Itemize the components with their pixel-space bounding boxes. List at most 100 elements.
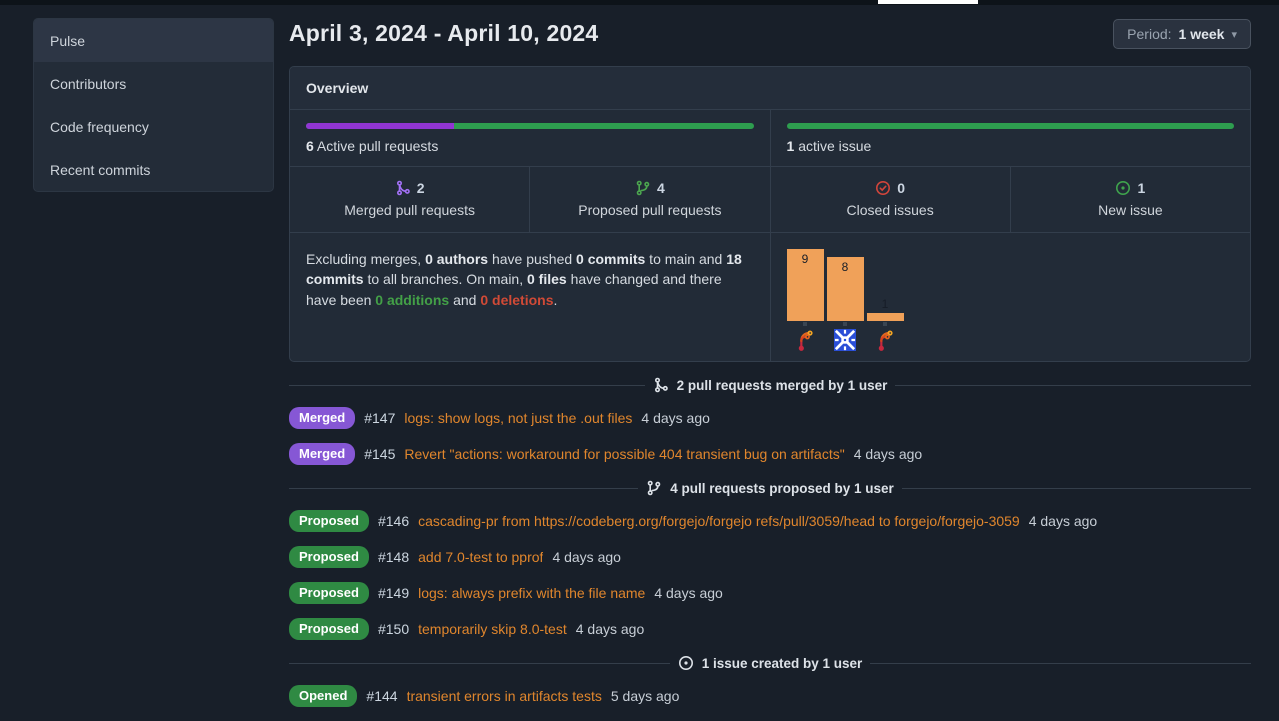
top-strip (0, 0, 1279, 5)
chart-column: 1 (867, 247, 904, 351)
stat-count: 4 (657, 180, 665, 196)
timestamp: 4 days ago (854, 446, 923, 462)
issue-title-link[interactable]: transient errors in artifacts tests (407, 688, 602, 704)
git-merge-icon (395, 180, 411, 196)
issue-number: #150 (378, 621, 409, 637)
git-merge-icon (653, 377, 669, 393)
issue-row-147: Merged #147 logs: show logs, not just the … (289, 407, 1251, 429)
chart-column: 9 (787, 247, 824, 351)
section-header: 4 pull requests proposed by 1 user (289, 480, 1251, 496)
stat-count: 2 (417, 180, 425, 196)
sidebar-item-recent-commits[interactable]: Recent commits (34, 148, 273, 191)
divider (902, 488, 1251, 489)
issue-opened-icon (678, 655, 694, 671)
status-badge: Proposed (289, 510, 369, 532)
commits-per-user-chart: 98 1 (787, 247, 1235, 351)
issues-bar-cell: 1 active issue (770, 110, 1251, 166)
bar-avatar-connector (843, 322, 847, 326)
chevron-down-icon: ▾ (1231, 28, 1237, 41)
issue-title-link[interactable]: Revert "actions: workaround for possible… (404, 446, 844, 462)
stats-row: 2 Merged pull requests 4 Proposed pull requ… (290, 166, 1250, 233)
summary-segment: 0 authors (425, 251, 488, 267)
stat-new-issue: 1 New issue (1010, 167, 1250, 232)
issue-row-149: Proposed#149logs: always prefix with the… (289, 582, 1251, 604)
overview-card-title: Overview (290, 67, 1250, 110)
stat-label: Proposed pull requests (538, 202, 761, 218)
active-pr-text: Active pull requests (317, 138, 438, 154)
issue-title-link[interactable]: logs: always prefix with the file name (418, 585, 645, 601)
timestamp: 5 days ago (611, 688, 680, 704)
bar-avatar-connector (803, 322, 807, 326)
sidebar-item-pulse[interactable]: Pulse (34, 19, 273, 62)
timestamp: 4 days ago (576, 621, 645, 637)
period-dropdown[interactable]: Period: 1 week ▾ (1113, 19, 1251, 49)
commit-count-bar (867, 313, 904, 321)
sidebar-item-code-frequency[interactable]: Code frequency (34, 105, 273, 148)
issue-title-link[interactable]: logs: show logs, not just the .out files (404, 410, 632, 426)
summary-segment: 0 deletions (480, 292, 553, 308)
pulse-page: PulseContributorsCode frequencyRecent co… (0, 0, 1279, 721)
bar-value-label: 8 (827, 260, 864, 274)
summary-segment: Excluding merges, (306, 251, 425, 267)
stat-merged-pull-requests: 2 Merged pull requests (290, 167, 529, 232)
bar-value-label: 9 (787, 252, 824, 266)
divider (289, 488, 638, 489)
summary-segment: to main and (645, 251, 726, 267)
divider (289, 385, 645, 386)
timestamp: 4 days ago (1029, 513, 1098, 529)
issue-row-148: Proposed#148add 7.0-test to pprof4 days … (289, 546, 1251, 568)
issue-number: #148 (378, 549, 409, 565)
stat-count: 1 (1137, 180, 1145, 196)
section-title: 2 pull requests merged by 1 user (677, 378, 888, 393)
status-badge: Merged (289, 443, 355, 465)
summary-segment: . (553, 292, 557, 308)
blue-identicon-avatar[interactable] (834, 329, 856, 351)
timestamp: 4 days ago (654, 585, 723, 601)
page-title: April 3, 2024 - April 10, 2024 (289, 20, 598, 47)
bar-avatar-connector (883, 322, 887, 326)
summary-segment: 0 files (527, 271, 567, 287)
sidebar-item-contributors[interactable]: Contributors (34, 62, 273, 105)
status-badge: Proposed (289, 546, 369, 568)
status-badge: Merged (289, 407, 355, 429)
status-badge: Opened (289, 685, 357, 707)
merged-segment (306, 123, 454, 129)
commits-per-user-chart-cell: 98 1 (770, 233, 1251, 361)
active-issue-text: active issue (798, 138, 871, 154)
section-title: 1 issue created by 1 user (702, 656, 863, 671)
issue-row-145: Merged#145Revert "actions: workaround fo… (289, 443, 1251, 465)
issue-title-link[interactable]: add 7.0-test to pprof (418, 549, 543, 565)
forgejo-logo-avatar[interactable] (874, 329, 896, 351)
issue-title-link[interactable]: temporarily skip 8.0-test (418, 621, 567, 637)
stat-label: Closed issues (779, 202, 1002, 218)
active-pr-count: 6 (306, 138, 314, 154)
bar-value-label: 1 (867, 297, 904, 311)
issue-row-144: Opened #144 transient errors in artifacts … (289, 685, 1251, 707)
divider (895, 385, 1251, 386)
issue-row-146: Proposed#146cascading-pr from https://co… (289, 510, 1251, 532)
summary-segment: 0 commits (576, 251, 645, 267)
chart-column: 8 (827, 247, 864, 351)
section-title: 4 pull requests proposed by 1 user (670, 481, 894, 496)
divider (289, 663, 670, 664)
overview-card: Overview 6 Active pull requests (289, 66, 1251, 362)
git-branch-icon (635, 180, 651, 196)
stat-label: New issue (1019, 202, 1242, 218)
pull-requests-bar-label: 6 Active pull requests (306, 138, 754, 154)
forgejo-logo-avatar[interactable] (794, 329, 816, 351)
stat-label: Merged pull requests (298, 202, 521, 218)
issue-number: #144 (366, 688, 397, 704)
main-content: April 3, 2024 - April 10, 2024 Period: 1… (289, 18, 1251, 721)
summary-segment: to all branches. On main, (364, 271, 527, 287)
pull-requests-bar-cell: 6 Active pull requests (290, 110, 770, 166)
status-badge: Proposed (289, 618, 369, 640)
stat-proposed-pull-requests: 4 Proposed pull requests (529, 167, 769, 232)
section-header: 1 issue created by 1 user (289, 655, 1251, 671)
side-menu: PulseContributorsCode frequencyRecent co… (33, 18, 274, 192)
active-issue-count: 1 (787, 138, 795, 154)
status-badge: Proposed (289, 582, 369, 604)
activity-sections: 2 pull requests merged by 1 userMerged#1… (289, 377, 1251, 707)
issue-title-link[interactable]: cascading-pr from https://codeberg.org/f… (418, 513, 1020, 529)
timestamp: 4 days ago (641, 410, 710, 426)
issue-number: #147 (364, 410, 395, 426)
